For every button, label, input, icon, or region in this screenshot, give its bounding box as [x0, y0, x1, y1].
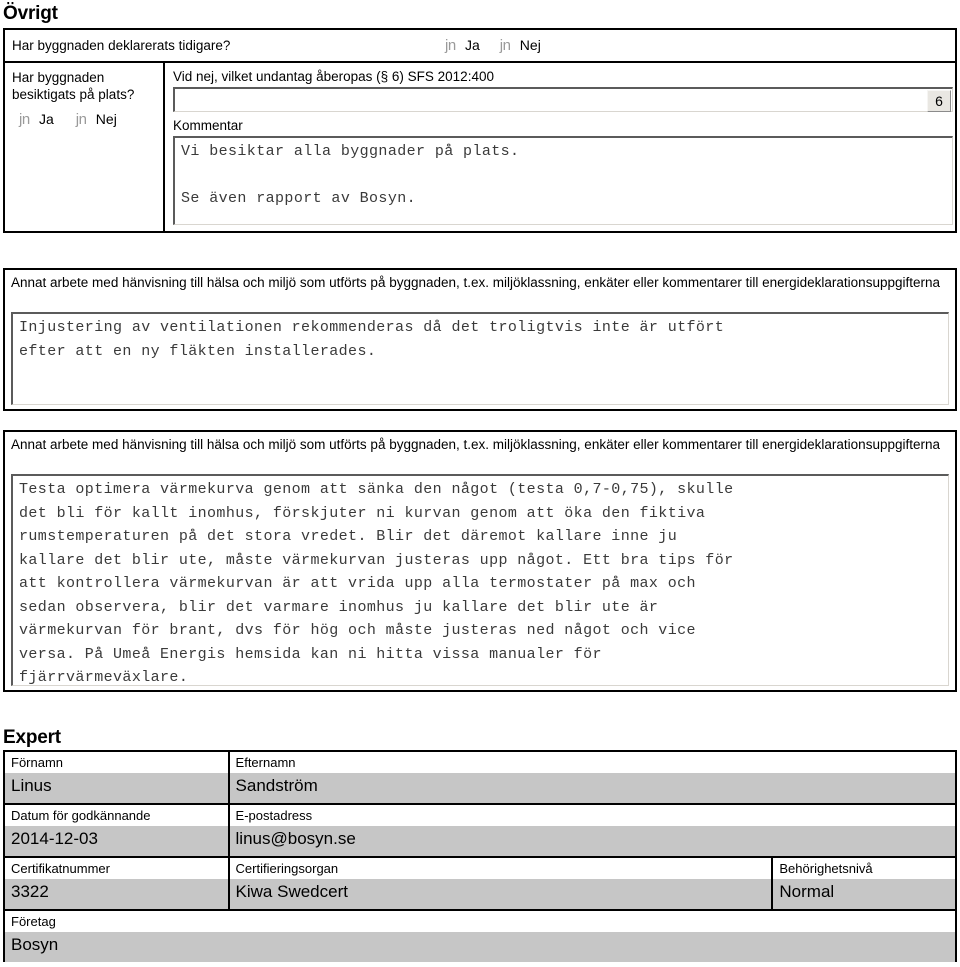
value-approval-date[interactable]: 2014-12-03	[5, 826, 228, 856]
row-declared-previously: Har byggnaden deklarerats tidigare? jn J…	[5, 30, 955, 63]
comment-value: Vi besiktar alla byggnader på plats. Se …	[181, 143, 520, 207]
ovrigt-block: Har byggnaden deklarerats tidigare? jn J…	[3, 28, 957, 233]
label-inspected-onsite: Har byggnaden besiktigats på plats?	[12, 70, 135, 102]
label-company: Företag	[5, 911, 955, 932]
value-company[interactable]: Bosyn	[5, 932, 955, 962]
label-certificate-number: Certifikatnummer	[5, 858, 228, 879]
comment-textarea[interactable]: Vi besiktar alla byggnader på plats. Se …	[173, 136, 953, 225]
cell-inspected-question: Har byggnaden besiktigats på plats? jn J…	[5, 63, 165, 231]
label-annat-arbete-2: Annat arbete med hänvisning till hälsa o…	[11, 437, 940, 452]
section-heading-expert: Expert	[3, 727, 61, 748]
cell-email: E-postadress linus@bosyn.se	[229, 805, 955, 856]
row-inspected-onsite: Har byggnaden besiktigats på plats? jn J…	[5, 63, 955, 231]
section-heading-ovrigt: Övrigt	[3, 3, 58, 24]
radio-option-inspected-ja[interactable]: jn Ja	[19, 111, 54, 128]
annat-arbete-block-2: Annat arbete med hänvisning till hälsa o…	[3, 430, 957, 692]
annat-arbete-value-2: Testa optimera värmekurva genom att sänk…	[19, 481, 734, 686]
radio-option-declared-nej[interactable]: jn Nej	[500, 37, 541, 54]
radio-label-ja: Ja	[465, 37, 480, 53]
label-approval-date: Datum för godkännande	[5, 805, 228, 826]
radio-label-ja: Ja	[39, 111, 54, 127]
label-authorization-level: Behörighetsnivå	[773, 858, 955, 879]
annat-arbete-textarea-1[interactable]: Injustering av ventilationen rekommender…	[11, 312, 949, 405]
value-email[interactable]: linus@bosyn.se	[229, 826, 955, 856]
annat-arbete-textarea-2[interactable]: Testa optimera värmekurva genom att sänk…	[11, 474, 949, 686]
label-exemption: Vid nej, vilket undantag åberopas (§ 6) …	[173, 69, 494, 84]
value-lastname[interactable]: Sandström	[229, 773, 955, 803]
cell-approval-date: Datum för godkännande 2014-12-03	[5, 805, 230, 856]
radio-button-icon[interactable]: jn	[445, 37, 461, 54]
expert-table: Förnamn Linus Efternamn Sandström Datum …	[3, 750, 957, 962]
chevron-down-icon[interactable]: 6	[927, 90, 951, 112]
radio-button-icon[interactable]: jn	[76, 111, 92, 128]
radio-group-declared-previously: jn Ja jn Nej	[445, 37, 541, 54]
exemption-select[interactable]: 6	[173, 87, 953, 112]
value-certificate-number[interactable]: 3322	[5, 879, 228, 909]
cell-lastname: Efternamn Sandström	[229, 752, 955, 803]
table-row: Förnamn Linus Efternamn Sandström	[5, 752, 955, 805]
cell-company: Företag Bosyn	[5, 911, 955, 964]
value-firstname[interactable]: Linus	[5, 773, 228, 803]
label-firstname: Förnamn	[5, 752, 228, 773]
table-row: Datum för godkännande 2014-12-03 E-posta…	[5, 805, 955, 858]
cell-authorization-level: Behörighetsnivå Normal	[773, 858, 955, 909]
radio-option-declared-ja[interactable]: jn Ja	[445, 37, 480, 54]
radio-group-inspected-onsite: jn Ja jn Nej	[19, 111, 117, 128]
label-annat-arbete-1: Annat arbete med hänvisning till hälsa o…	[11, 275, 940, 290]
label-email: E-postadress	[229, 805, 955, 826]
annat-arbete-block-1: Annat arbete med hänvisning till hälsa o…	[3, 268, 957, 411]
radio-label-nej: Nej	[95, 111, 117, 127]
table-row: Certifikatnummer 3322 Certifieringsorgan…	[5, 858, 955, 911]
label-declared-previously: Har byggnaden deklarerats tidigare?	[12, 38, 231, 53]
cell-exemption-and-comment: Vid nej, vilket undantag åberopas (§ 6) …	[167, 63, 955, 231]
radio-button-icon[interactable]: jn	[500, 37, 516, 54]
cell-certification-body: Certifieringsorgan Kiwa Swedcert	[229, 858, 774, 909]
value-authorization-level[interactable]: Normal	[773, 879, 955, 909]
cell-certificate-number: Certifikatnummer 3322	[5, 858, 230, 909]
document-page: Övrigt Har byggnaden deklarerats tidigar…	[0, 0, 960, 967]
annat-arbete-value-1: Injustering av ventilationen rekommender…	[19, 319, 725, 360]
label-comment: Kommentar	[173, 118, 243, 133]
cell-firstname: Förnamn Linus	[5, 752, 230, 803]
radio-button-icon[interactable]: jn	[19, 111, 35, 128]
label-lastname: Efternamn	[229, 752, 955, 773]
table-row: Företag Bosyn	[5, 911, 955, 964]
value-certification-body[interactable]: Kiwa Swedcert	[229, 879, 772, 909]
radio-label-nej: Nej	[519, 37, 541, 53]
label-certification-body: Certifieringsorgan	[229, 858, 772, 879]
radio-option-inspected-nej[interactable]: jn Nej	[76, 111, 117, 128]
